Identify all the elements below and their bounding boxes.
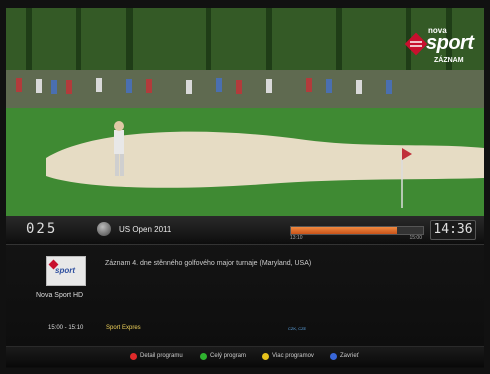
yellow-button-icon[interactable]	[262, 353, 269, 360]
blue-button-icon[interactable]	[330, 353, 337, 360]
tv-screen: nova sport ZÁZNAM 025 US Open 2011 13:10…	[0, 0, 490, 374]
info-topbar: 025 US Open 2011 13:10 15:00 14:36	[6, 216, 484, 245]
watermark-zaznam: ZÁZNAM	[434, 57, 464, 64]
progress-end-time: 15:00	[409, 235, 422, 241]
detail-button[interactable]: Detail programu	[140, 353, 183, 359]
clock: 14:36	[430, 220, 476, 240]
next-program-row[interactable]: 15:00 - 15:10 Sport Expres CZK, CZE	[6, 322, 484, 336]
progress-start-time: 13:10	[290, 235, 303, 241]
green-button-icon[interactable]	[200, 353, 207, 360]
close-button[interactable]: Zavrieť	[340, 353, 359, 359]
next-program-tags: CZK, CZE	[288, 326, 307, 331]
program-title: US Open 2011	[119, 225, 172, 234]
channel-logo-text: sport	[55, 266, 75, 275]
channel-number: 025	[26, 221, 58, 237]
globe-icon	[97, 222, 111, 236]
video-frame: nova sport ZÁZNAM	[6, 8, 484, 216]
red-button-icon[interactable]	[130, 353, 137, 360]
next-program-title: Sport Expres	[106, 325, 141, 331]
color-button-bar: Detail programu Celý program Viac progra…	[6, 346, 484, 367]
program-description: Záznam 4. dne stěnného golfového major t…	[105, 260, 312, 267]
more-programs-button[interactable]: Viac programov	[272, 353, 314, 359]
nova-sport-logo-icon	[404, 32, 428, 56]
program-progress-bar	[290, 226, 424, 235]
channel-watermark: nova sport ZÁZNAM	[404, 26, 474, 70]
channel-logo: sport	[46, 256, 86, 286]
watermark-sport: sport	[426, 32, 474, 54]
next-program-time: 15:00 - 15:10	[48, 325, 84, 331]
channel-name: Nova Sport HD	[36, 292, 84, 299]
full-program-button[interactable]: Celý program	[210, 353, 246, 359]
program-progress-fill	[291, 227, 397, 234]
info-banner: 025 US Open 2011 13:10 15:00 14:36 sport…	[6, 216, 484, 368]
